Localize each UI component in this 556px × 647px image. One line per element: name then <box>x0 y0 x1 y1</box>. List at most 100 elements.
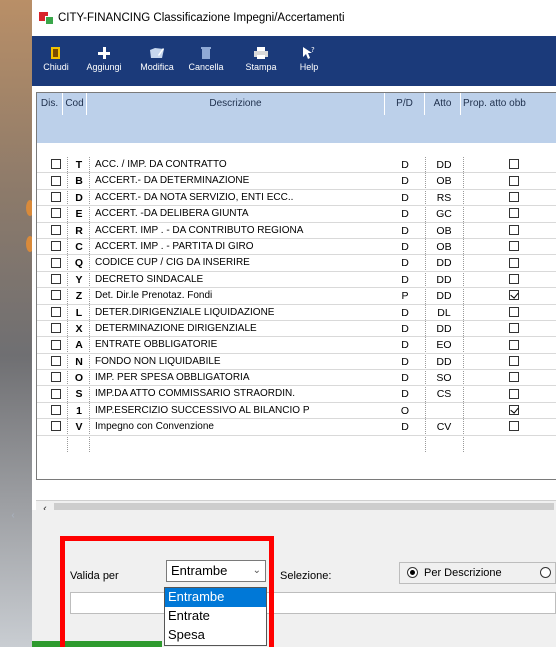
pd-cell: D <box>401 421 409 434</box>
table-row[interactable]: Q CODICE CUP / CIG DA INSERIRE D DD <box>37 255 556 272</box>
prop-atto-checkbox[interactable] <box>509 272 523 288</box>
descrizione-cell: DETER.DIRIGENZIALE LIQUIDAZIONE <box>95 306 275 318</box>
descrizione-cell: Impegno con Convenzione <box>95 421 214 433</box>
radio-per-descrizione[interactable] <box>407 567 418 578</box>
column-header-atto[interactable]: Atto <box>425 93 461 115</box>
disabled-checkbox[interactable] <box>51 190 67 206</box>
column-header-pd[interactable]: P/D <box>385 93 425 115</box>
cancella-button[interactable]: Cancella <box>182 36 230 86</box>
atto-cell: DD <box>436 159 452 171</box>
table-row[interactable]: C ACCERT. IMP . - PARTITA DI GIRO D OB <box>37 239 556 256</box>
selezione-radio-group: Per Descrizione <box>399 562 556 584</box>
column-header-cod[interactable]: Cod <box>63 93 87 115</box>
prop-atto-checkbox[interactable] <box>509 305 523 321</box>
disabled-checkbox[interactable] <box>51 157 67 173</box>
disabled-checkbox[interactable] <box>51 337 67 353</box>
option-entrate[interactable]: Entrate <box>165 607 266 626</box>
aggiungi-button[interactable]: Aggiungi <box>76 36 132 86</box>
table-row[interactable]: R ACCERT. IMP . - DA CONTRIBUTO REGIONA D O… <box>37 223 556 239</box>
disabled-checkbox[interactable] <box>51 419 67 435</box>
descrizione-cell: CODICE CUP / CIG DA INSERIRE <box>95 257 250 269</box>
table-row[interactable]: O IMP. PER SPESA OBBLIGATORIA D SO <box>37 370 556 387</box>
prop-atto-checkbox[interactable] <box>509 157 523 173</box>
cod-cell: X <box>75 322 83 335</box>
filter-panel: Valida per Entrambe ⌄ Selezione: Per Des… <box>32 510 556 647</box>
disabled-checkbox[interactable] <box>51 354 67 370</box>
prop-atto-checkbox[interactable] <box>509 190 523 206</box>
window-title: CITY-FINANCING Classificazione Impegni/A… <box>58 12 345 24</box>
atto-cell: CV <box>436 421 452 434</box>
modifica-label: Modifica <box>140 62 174 72</box>
disabled-checkbox[interactable] <box>51 272 67 288</box>
table-row[interactable]: L DETER.DIRIGENZIALE LIQUIDAZIONE D DL <box>37 305 556 321</box>
prop-atto-checkbox[interactable] <box>509 337 523 353</box>
disabled-checkbox[interactable] <box>51 239 67 255</box>
descrizione-cell: Det. Dir.le Prenotaz. Fondi <box>95 290 213 302</box>
option-entrambe[interactable]: Entrambe <box>165 588 266 607</box>
prop-atto-checkbox[interactable] <box>509 321 523 337</box>
edit-folder-icon <box>149 46 165 60</box>
prop-atto-checkbox[interactable] <box>509 403 523 419</box>
descrizione-cell: ACCERT. IMP . - DA CONTRIBUTO REGIONA <box>95 224 304 236</box>
table-row[interactable]: 1 IMP.ESERCIZIO SUCCESSIVO AL BILANCIO P O <box>37 403 556 420</box>
table-row[interactable]: Y DECRETO SINDACALE D DD <box>37 272 556 289</box>
prop-atto-checkbox[interactable] <box>509 419 523 435</box>
pd-cell: D <box>401 273 409 286</box>
cod-cell: O <box>74 372 84 385</box>
pd-cell: D <box>401 355 409 368</box>
atto-cell: RS <box>436 191 452 204</box>
prop-atto-checkbox[interactable] <box>509 370 523 386</box>
table-row[interactable]: E ACCERT. -DA DELIBERA GIUNTA D GC <box>37 206 556 223</box>
valida-per-select[interactable]: Entrambe ⌄ <box>166 560 266 582</box>
table-row[interactable]: B ACCERT.- DA DETERMINAZIONE D OB <box>37 173 556 190</box>
prop-atto-checkbox[interactable] <box>509 206 523 222</box>
table-row[interactable]: V Impegno con Convenzione D CV <box>37 419 556 436</box>
disabled-checkbox[interactable] <box>51 321 67 337</box>
table-row[interactable]: S IMP.DA ATTO COMMISSARIO STRAORDIN. D CS <box>37 386 556 403</box>
disabled-checkbox[interactable] <box>51 370 67 386</box>
help-button[interactable]: ? Help <box>292 36 326 86</box>
disabled-checkbox[interactable] <box>51 386 67 402</box>
table-row[interactable]: N FONDO NON LIQUIDABILE D DD <box>37 354 556 371</box>
prop-atto-checkbox[interactable] <box>509 288 523 304</box>
disabled-checkbox[interactable] <box>51 403 67 419</box>
disabled-checkbox[interactable] <box>51 255 67 271</box>
radio-per-descrizione-label[interactable]: Per Descrizione <box>424 567 502 579</box>
disabled-checkbox[interactable] <box>51 223 67 239</box>
radio-per-codice[interactable] <box>540 567 551 578</box>
disabled-checkbox[interactable] <box>51 288 67 304</box>
pd-cell: D <box>401 322 409 335</box>
descrizione-cell: IMP. PER SPESA OBBLIGATORIA <box>95 372 250 384</box>
selezione-label: Selezione: <box>280 570 332 582</box>
pd-cell: D <box>401 257 409 270</box>
stampa-button[interactable]: Stampa <box>230 36 292 86</box>
modifica-button[interactable]: Modifica <box>132 36 182 86</box>
table-row[interactable]: A ENTRATE OBBLIGATORIE D EO <box>37 337 556 354</box>
svg-text:?: ? <box>311 46 315 54</box>
pd-cell: D <box>401 372 409 385</box>
column-header-dis[interactable]: Dis. <box>37 93 63 115</box>
table-row[interactable]: D ACCERT.- DA NOTA SERVIZIO, ENTI ECC.. D R… <box>37 190 556 207</box>
chiudi-button[interactable]: Chiudi <box>36 36 76 86</box>
stampa-label: Stampa <box>245 62 277 72</box>
prop-atto-checkbox[interactable] <box>509 354 523 370</box>
table-row[interactable]: T ACC. / IMP. DA CONTRATTO D DD <box>37 157 556 174</box>
prop-atto-checkbox[interactable] <box>509 386 523 402</box>
table-row[interactable]: Z Det. Dir.le Prenotaz. Fondi P DD <box>37 288 556 305</box>
disabled-checkbox[interactable] <box>51 173 67 189</box>
cod-cell: B <box>75 175 83 188</box>
prop-atto-checkbox[interactable] <box>509 173 523 189</box>
prop-atto-checkbox[interactable] <box>509 223 523 239</box>
column-header-prop[interactable]: Prop. atto obb <box>461 93 556 115</box>
collapse-arrow-icon[interactable]: ‹ <box>8 509 18 523</box>
option-spesa[interactable]: Spesa <box>165 626 266 645</box>
prop-atto-checkbox[interactable] <box>509 239 523 255</box>
search-input[interactable] <box>70 592 556 614</box>
disabled-checkbox[interactable] <box>51 206 67 222</box>
table-row[interactable]: X DETERMINAZIONE DIRIGENZIALE D DD <box>37 321 556 338</box>
disabled-checkbox[interactable] <box>51 305 67 321</box>
atto-cell: DL <box>437 306 451 319</box>
prop-atto-checkbox[interactable] <box>509 255 523 271</box>
column-header-descrizione[interactable]: Descrizione <box>87 93 385 115</box>
app-window: CITY-FINANCING Classificazione Impegni/A… <box>32 0 556 647</box>
